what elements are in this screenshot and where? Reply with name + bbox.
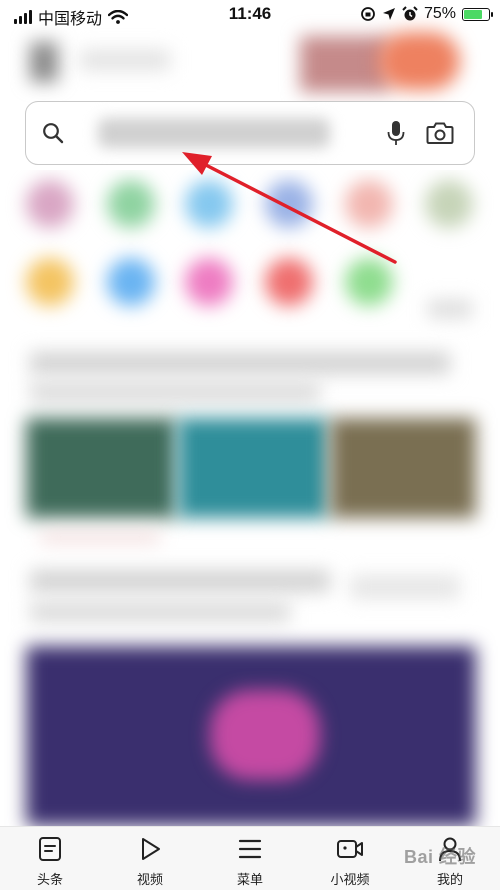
article-title-blurred[interactable] xyxy=(30,570,330,592)
battery-icon xyxy=(462,7,493,21)
battery-percent: 75% xyxy=(423,5,456,22)
banner-text-blurred xyxy=(80,50,170,70)
banner-image-blurred xyxy=(300,36,390,92)
mic-icon[interactable] xyxy=(386,120,406,146)
article-image-blurred[interactable] xyxy=(26,418,176,518)
orientation-lock-icon xyxy=(361,7,375,21)
location-icon xyxy=(382,8,395,20)
play-icon xyxy=(142,838,160,860)
shortcut-icon-blurred[interactable] xyxy=(107,180,155,228)
video-camera-icon xyxy=(337,840,363,858)
shortcut-icon-blurred[interactable] xyxy=(26,258,74,306)
shortcut-icon-blurred[interactable] xyxy=(425,180,473,228)
article-image-blurred[interactable] xyxy=(330,418,476,518)
battery-fill xyxy=(464,9,482,19)
document-icon xyxy=(39,837,61,861)
nav-label: 头条 xyxy=(36,872,63,887)
nav-item-video[interactable]: 视频 xyxy=(100,827,200,890)
nav-item-short-video[interactable]: 小视频 xyxy=(300,827,400,890)
alarm-icon xyxy=(402,6,418,21)
nav-label: 我的 xyxy=(436,872,463,887)
status-right: 75% xyxy=(360,5,493,23)
content-area[interactable] xyxy=(0,170,500,830)
nav-item-headlines[interactable]: 头条 xyxy=(0,827,100,890)
camera-icon[interactable] xyxy=(426,121,454,145)
article-image-highlight-blurred xyxy=(210,690,320,780)
shortcut-icon-blurred[interactable] xyxy=(185,180,233,228)
banner-logo-blurred xyxy=(30,42,58,82)
nav-label: 视频 xyxy=(136,872,163,887)
nav-item-menu[interactable]: 菜单 xyxy=(200,827,300,890)
shortcut-icon-blurred[interactable] xyxy=(26,180,74,228)
article-meta-blurred xyxy=(40,532,160,542)
search-bar[interactable] xyxy=(25,101,475,165)
banner-avatar-blurred xyxy=(378,32,460,90)
article-title-blurred[interactable] xyxy=(30,602,290,622)
nav-label: 菜单 xyxy=(236,872,263,887)
shortcut-icon-blurred[interactable] xyxy=(345,258,393,306)
shortcut-label-blurred xyxy=(428,300,472,318)
shortcut-icon-blurred[interactable] xyxy=(107,258,155,306)
article-meta-blurred xyxy=(350,575,460,599)
menu-icon xyxy=(238,839,262,859)
watermark: Bai 经验 xyxy=(403,847,476,867)
article-title-blurred[interactable] xyxy=(30,352,450,374)
shortcut-icon-blurred[interactable] xyxy=(265,180,313,228)
shortcut-icon-blurred[interactable] xyxy=(185,258,233,306)
shortcut-icon-blurred[interactable] xyxy=(345,180,393,228)
top-banner[interactable] xyxy=(0,30,500,98)
search-input[interactable] xyxy=(98,118,330,148)
search-icon xyxy=(43,123,64,144)
shortcut-icon-blurred[interactable] xyxy=(265,258,313,306)
article-image-blurred[interactable] xyxy=(178,418,328,518)
nav-label: 小视频 xyxy=(330,872,370,887)
status-bar: 中国移动 11:46 75% xyxy=(0,0,500,30)
article-title-blurred[interactable] xyxy=(30,382,320,402)
